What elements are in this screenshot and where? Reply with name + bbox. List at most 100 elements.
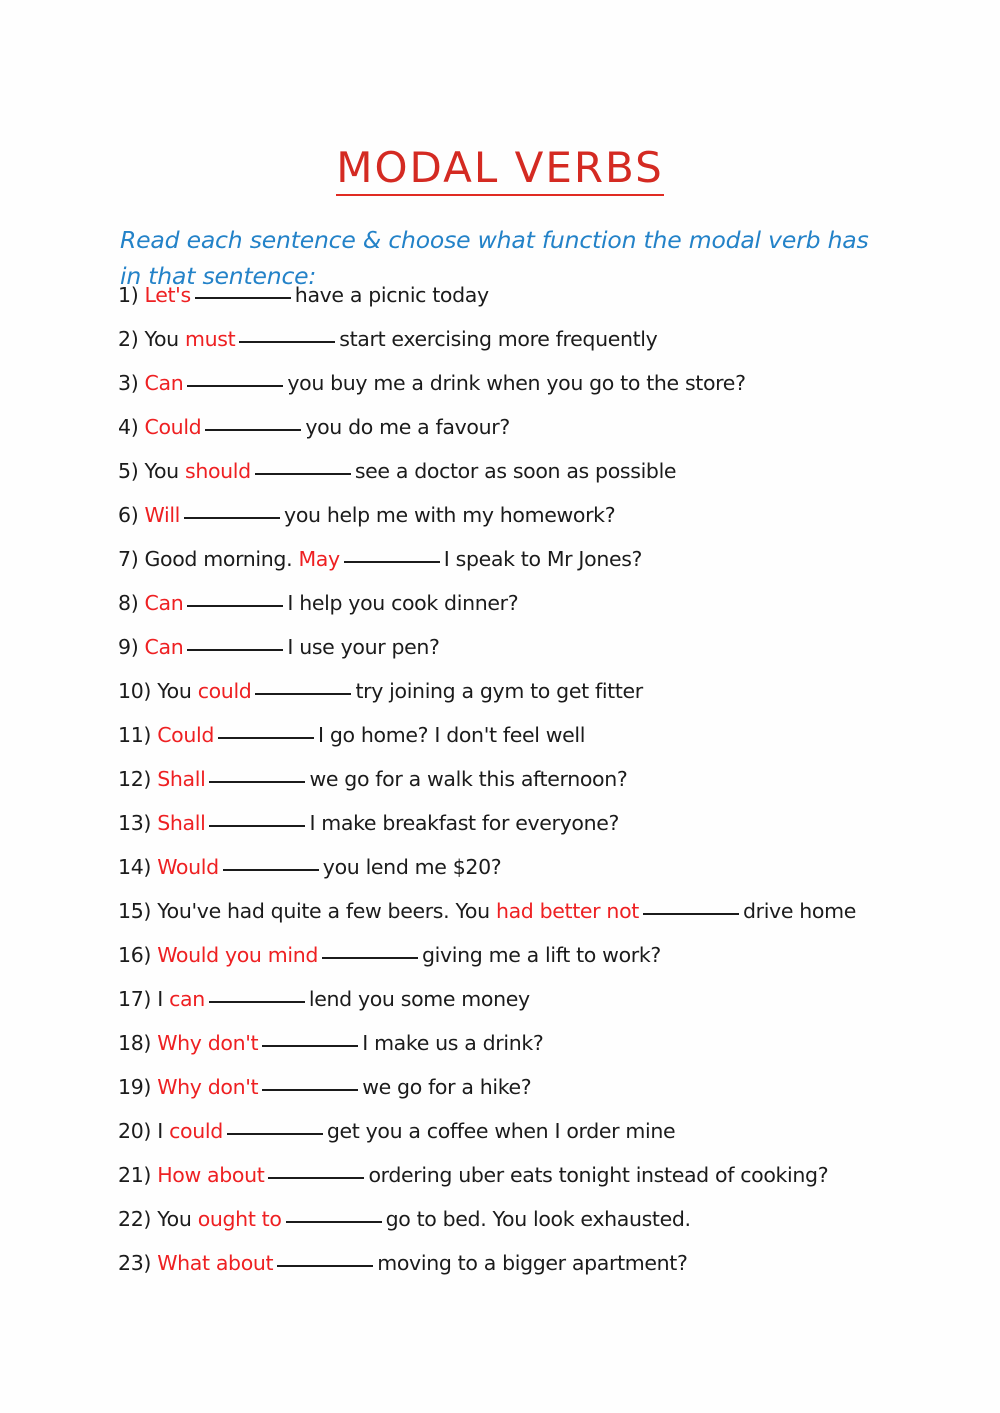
- question-number: 7): [118, 547, 139, 571]
- question-suffix-text: ordering uber eats tonight instead of co…: [368, 1163, 829, 1187]
- modal-verb-highlight: must: [184, 327, 236, 351]
- answer-blank[interactable]: [262, 1075, 359, 1091]
- question-number: 12): [118, 767, 152, 791]
- question-prefix-text: You: [144, 459, 180, 483]
- question-row: 11) Could I go home? I don't feel well: [118, 720, 988, 764]
- questions-list: 1) Let's have a picnic today 2) You must st…: [118, 280, 988, 1292]
- question-row: 6) Will you help me with my homework?: [118, 500, 988, 544]
- modal-verb-highlight: What about: [157, 1251, 274, 1275]
- question-suffix-text: moving to a bigger apartment?: [377, 1251, 688, 1275]
- answer-blank[interactable]: [184, 503, 281, 519]
- answer-blank[interactable]: [255, 679, 352, 695]
- question-number: 6): [118, 503, 139, 527]
- question-number: 18): [118, 1031, 152, 1055]
- modal-verb-highlight: How about: [157, 1163, 265, 1187]
- question-row: 12) Shall we go for a walk this afternoon…: [118, 764, 988, 808]
- question-suffix-text: see a doctor as soon as possible: [354, 459, 677, 483]
- answer-blank[interactable]: [187, 635, 284, 651]
- answer-blank[interactable]: [187, 591, 284, 607]
- answer-blank[interactable]: [239, 327, 336, 343]
- question-row: 22) You ought to go to bed. You look exha…: [118, 1204, 988, 1248]
- question-number: 23): [118, 1251, 152, 1275]
- question-row: 9) Can I use your pen?: [118, 632, 988, 676]
- question-row: 5) You should see a doctor as soon as pos…: [118, 456, 988, 500]
- answer-blank[interactable]: [642, 899, 739, 915]
- question-prefix-text: You: [157, 679, 192, 703]
- modal-verb-highlight: Why don't: [157, 1075, 259, 1099]
- question-suffix-text: you lend me $20?: [322, 855, 502, 879]
- answer-blank[interactable]: [226, 1119, 323, 1135]
- question-number: 1): [118, 283, 139, 307]
- modal-verb-highlight: Could: [144, 415, 202, 439]
- question-suffix-text: I make breakfast for everyone?: [309, 811, 620, 835]
- modal-verb-highlight: could: [169, 1119, 223, 1143]
- answer-blank[interactable]: [268, 1163, 365, 1179]
- question-suffix-text: giving me a lift to work?: [422, 943, 661, 967]
- question-row: 10) You could try joining a gym to get fi…: [118, 676, 988, 720]
- modal-verb-highlight: Let's: [144, 283, 192, 307]
- modal-verb-highlight: Shall: [157, 767, 206, 791]
- answer-blank[interactable]: [218, 723, 315, 739]
- question-suffix-text: you buy me a drink when you go to the st…: [287, 371, 746, 395]
- answer-blank[interactable]: [194, 283, 291, 299]
- question-row: 14) Would you lend me $20?: [118, 852, 988, 896]
- question-suffix-text: I make us a drink?: [362, 1031, 544, 1055]
- question-suffix-text: we go for a hike?: [362, 1075, 532, 1099]
- answer-blank[interactable]: [209, 811, 306, 827]
- question-prefix-text: You've had quite a few beers. You: [157, 899, 490, 923]
- question-suffix-text: we go for a walk this afternoon?: [309, 767, 628, 791]
- question-row: 17) I can lend you some money: [118, 984, 988, 1028]
- question-number: 20): [118, 1119, 152, 1143]
- question-row: 1) Let's have a picnic today: [118, 280, 988, 324]
- answer-blank[interactable]: [254, 459, 351, 475]
- question-number: 14): [118, 855, 152, 879]
- question-prefix-text: Good morning.: [144, 547, 293, 571]
- question-prefix-text: You: [144, 327, 180, 351]
- question-suffix-text: try joining a gym to get fitter: [355, 679, 643, 703]
- answer-blank[interactable]: [222, 855, 319, 871]
- question-number: 22): [118, 1207, 152, 1231]
- question-prefix-text: I: [157, 987, 163, 1011]
- answer-blank[interactable]: [209, 767, 306, 783]
- modal-verb-highlight: Can: [144, 371, 184, 395]
- question-row: 3) Can you buy me a drink when you go to …: [118, 368, 988, 412]
- question-suffix-text: you do me a favour?: [305, 415, 510, 439]
- modal-verb-highlight: Could: [157, 723, 215, 747]
- answer-blank[interactable]: [262, 1031, 359, 1047]
- question-number: 4): [118, 415, 139, 439]
- modal-verb-highlight: Would: [157, 855, 219, 879]
- question-row: 19) Why don't we go for a hike?: [118, 1072, 988, 1116]
- question-row: 2) You must start exercising more frequen…: [118, 324, 988, 368]
- question-prefix-text: You: [157, 1207, 192, 1231]
- answer-blank[interactable]: [208, 987, 305, 1003]
- question-number: 19): [118, 1075, 152, 1099]
- question-row: 18) Why don't I make us a drink?: [118, 1028, 988, 1072]
- question-suffix-text: lend you some money: [308, 987, 530, 1011]
- question-row: 16) Would you mind giving me a lift to wo…: [118, 940, 988, 984]
- answer-blank[interactable]: [322, 943, 419, 959]
- question-row: 4) Could you do me a favour?: [118, 412, 988, 456]
- modal-verb-highlight: Shall: [157, 811, 206, 835]
- question-number: 8): [118, 591, 139, 615]
- question-suffix-text: I speak to Mr Jones?: [443, 547, 643, 571]
- question-number: 15): [118, 899, 152, 923]
- modal-verb-highlight: Can: [144, 635, 184, 659]
- question-row: 13) Shall I make breakfast for everyone?: [118, 808, 988, 852]
- answer-blank[interactable]: [343, 547, 440, 563]
- answer-blank[interactable]: [285, 1207, 382, 1223]
- modal-verb-highlight: Would you mind: [157, 943, 319, 967]
- question-number: 11): [118, 723, 152, 747]
- answer-blank[interactable]: [187, 371, 284, 387]
- question-number: 13): [118, 811, 152, 835]
- question-suffix-text: I use your pen?: [287, 635, 440, 659]
- page-title: MODAL VERBS: [336, 146, 664, 197]
- answer-blank[interactable]: [277, 1251, 374, 1267]
- question-suffix-text: get you a coffee when I order mine: [326, 1119, 676, 1143]
- question-suffix-text: you help me with my homework?: [284, 503, 616, 527]
- answer-blank[interactable]: [205, 415, 302, 431]
- question-number: 16): [118, 943, 152, 967]
- worksheet-page: MODAL VERBS Read each sentence & choose …: [0, 0, 1000, 1413]
- question-suffix-text: drive home: [742, 899, 856, 923]
- question-suffix-text: I help you cook dinner?: [287, 591, 519, 615]
- page-title-container: MODAL VERBS: [0, 118, 1000, 224]
